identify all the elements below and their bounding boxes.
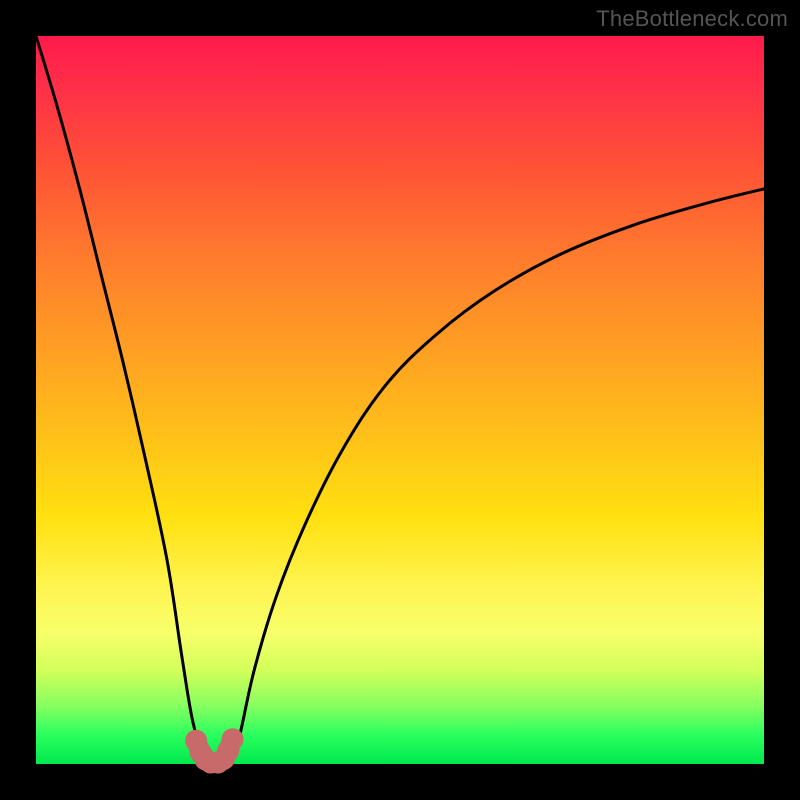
highlight-dot (222, 728, 244, 750)
bottleneck-curve (36, 36, 764, 765)
chart-frame: TheBottleneck.com (0, 0, 800, 800)
watermark-text: TheBottleneck.com (596, 6, 788, 32)
highlight-dots (185, 728, 243, 773)
curve-layer (36, 36, 764, 764)
plot-area (36, 36, 764, 764)
